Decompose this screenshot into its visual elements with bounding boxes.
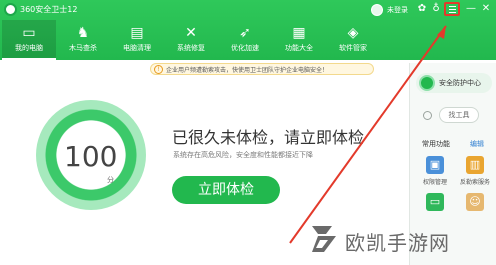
nav-label: 电脑清理 <box>123 44 151 52</box>
close-icon[interactable]: ✕ <box>480 3 492 15</box>
protection-center-button[interactable]: 安全防护中心 <box>416 73 492 93</box>
shield-icon: ▥ <box>466 156 484 174</box>
tool-anti-ransomware[interactable]: ▥ 反勒索服务 <box>454 156 496 186</box>
watermark-text: 欧凯手游网 <box>345 231 450 255</box>
horse-icon: ♞ <box>76 25 90 41</box>
scan-headline: 已很久未体检，请立即体检 <box>172 128 365 147</box>
skin-icon[interactable]: ✿ <box>416 3 428 15</box>
user-avatar[interactable] <box>371 4 383 16</box>
nav-item-all-features[interactable]: ▦ 功能大全 <box>272 20 326 60</box>
grid-icon: ▦ <box>292 25 306 41</box>
top-bar: 360安全卫士12 未登录 ✿ ♁ — ✕ ▭ 我的电脑 ♞ 木马查杀 ▤ 电脑… <box>0 0 496 60</box>
find-tool-button[interactable]: 找工具 <box>439 107 479 123</box>
nav-item-trojan-scan[interactable]: ♞ 木马查杀 <box>56 20 110 60</box>
tool-assistant[interactable]: ☺ <box>454 193 496 211</box>
nav-label: 木马查杀 <box>69 44 97 52</box>
app-logo <box>4 3 17 16</box>
package-icon: ◈ <box>347 25 359 41</box>
search-icon <box>423 111 432 120</box>
nav-item-software-manager[interactable]: ◈ 软件管家 <box>326 20 380 60</box>
nav-item-my-computer[interactable]: ▭ 我的电脑 <box>2 20 56 60</box>
assistant-icon: ☺ <box>466 193 484 211</box>
minimize-icon[interactable]: — <box>465 3 477 15</box>
monitor-icon: ▭ <box>426 193 444 211</box>
title-bar: 360安全卫士12 未登录 ✿ ♁ — ✕ <box>0 0 496 20</box>
nav-item-speedup[interactable]: ➶ 优化加速 <box>218 20 272 60</box>
notice-text: 企业用户频遭勒索攻击，快使用卫士团队守护企业电脑安全！ <box>166 67 329 74</box>
feedback-icon[interactable]: ♁ <box>430 3 442 15</box>
watermark-logo-icon <box>312 226 336 252</box>
nav-label: 优化加速 <box>231 44 259 52</box>
broom-icon: ▤ <box>130 25 144 41</box>
main-nav: ▭ 我的电脑 ♞ 木马查杀 ▤ 电脑清理 ✕ 系统修复 ➶ 优化加速 ▦ 功能大… <box>0 20 496 60</box>
shield-icon <box>419 75 435 91</box>
permission-icon: ▣ <box>426 156 444 174</box>
app-window: 360安全卫士12 未登录 ✿ ♁ — ✕ ▭ 我的电脑 ♞ 木马查杀 ▤ 电脑… <box>0 0 496 265</box>
nav-label: 软件管家 <box>339 44 367 52</box>
score-unit: 分 <box>107 176 114 184</box>
tool-label: 反勒索服务 <box>459 179 490 186</box>
tool-permission-manager[interactable]: ▣ 权限管理 <box>414 156 456 186</box>
nav-item-cleanup[interactable]: ▤ 电脑清理 <box>110 20 164 60</box>
common-features-label: 常用功能 <box>422 140 450 148</box>
nav-item-system-repair[interactable]: ✕ 系统修复 <box>164 20 218 60</box>
info-icon: ! <box>154 65 163 74</box>
menu-icon[interactable] <box>444 2 460 16</box>
nav-label: 功能大全 <box>285 44 313 52</box>
nav-label: 系统修复 <box>177 44 205 52</box>
nav-label: 我的电脑 <box>15 44 43 52</box>
edit-link[interactable]: 编辑 <box>470 139 484 149</box>
wrench-icon: ✕ <box>185 25 197 41</box>
tool-label: 权限管理 <box>422 179 447 186</box>
scan-subline: 系统存在高危风险，安全度和性能都接近下降 <box>173 151 313 159</box>
protection-label: 安全防护中心 <box>439 79 481 87</box>
login-text[interactable]: 未登录 <box>387 5 408 15</box>
rocket-icon: ➶ <box>239 25 251 41</box>
app-title: 360安全卫士12 <box>20 5 78 14</box>
start-checkup-button[interactable]: 立即体检 <box>172 176 280 204</box>
health-score: 100 <box>64 140 118 173</box>
notice-bar[interactable]: ! 企业用户频遭勒索攻击，快使用卫士团队守护企业电脑安全！ <box>150 63 374 75</box>
monitor-icon: ▭ <box>22 25 36 41</box>
tool-monitor[interactable]: ▭ <box>414 193 456 211</box>
